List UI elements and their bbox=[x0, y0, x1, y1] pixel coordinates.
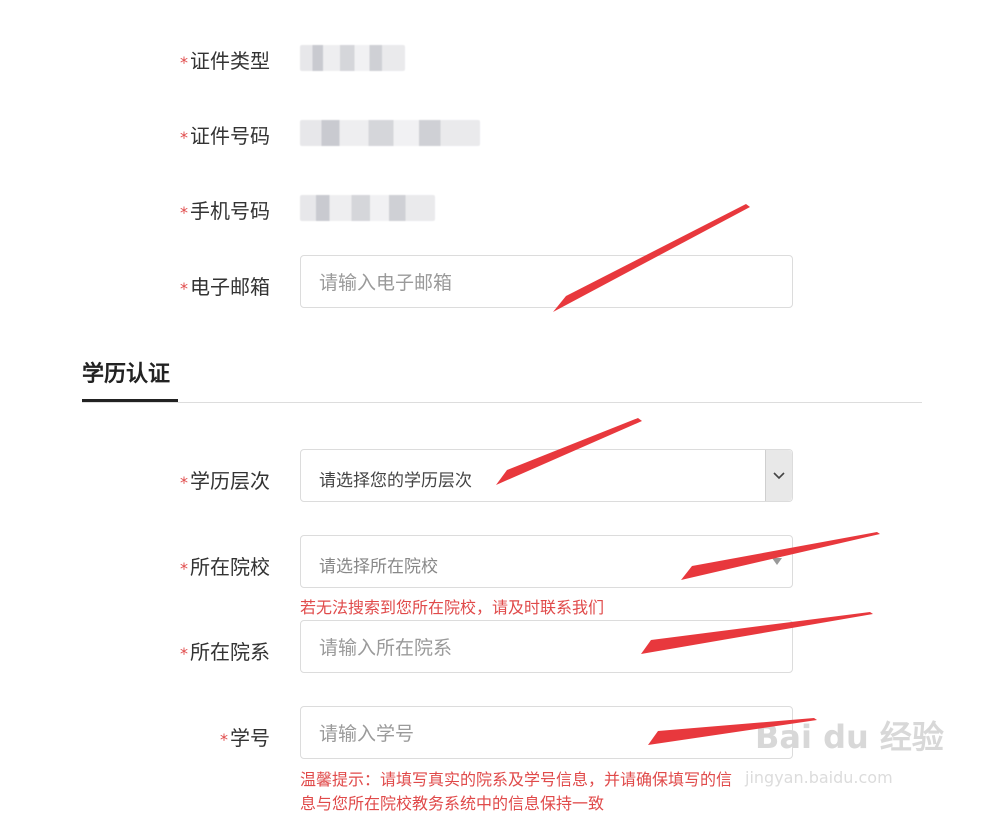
tip-line-2: 息与您所在院校教务系统中的信息保持一致 bbox=[300, 794, 605, 813]
education-level-dropdown-button[interactable] bbox=[765, 450, 792, 501]
department-placeholder: 请输入所在院系 bbox=[319, 637, 453, 659]
required-mark: * bbox=[180, 128, 188, 147]
id-type-value-blurred bbox=[300, 45, 405, 71]
school-value: 请选择所在院校 bbox=[319, 557, 438, 577]
phone-value-blurred bbox=[300, 195, 435, 221]
watermark-url: jingyan.baidu.com bbox=[745, 768, 893, 787]
education-level-label: * 学历层次 bbox=[180, 469, 270, 493]
id-number-label: * 证件号码 bbox=[180, 124, 270, 148]
student-id-label: * 学号 bbox=[220, 726, 270, 750]
email-placeholder: 请输入电子邮箱 bbox=[319, 272, 453, 294]
school-label: * 所在院校 bbox=[180, 555, 270, 579]
required-mark: * bbox=[220, 730, 228, 749]
caret-down-icon[interactable] bbox=[772, 558, 782, 566]
student-id-placeholder: 请输入学号 bbox=[319, 723, 415, 745]
department-label: * 所在院系 bbox=[180, 640, 270, 664]
chevron-down-icon bbox=[773, 471, 785, 479]
school-hint: 若无法搜索到您所在院校，请及时联系我们 bbox=[300, 598, 605, 617]
education-level-value: 请选择您的学历层次 bbox=[319, 471, 472, 491]
required-mark: * bbox=[180, 473, 188, 492]
required-mark: * bbox=[180, 53, 188, 72]
required-mark: * bbox=[180, 279, 188, 298]
required-mark: * bbox=[180, 559, 188, 578]
education-level-select[interactable]: 请选择您的学历层次 bbox=[300, 449, 793, 502]
email-label: * 电子邮箱 bbox=[180, 275, 270, 299]
required-mark: * bbox=[180, 203, 188, 222]
annotation-arrows bbox=[496, 204, 880, 745]
required-mark: * bbox=[180, 644, 188, 663]
tip-line-1: 温馨提示：请填写真实的院系及学号信息，并请确保填写的信 bbox=[300, 770, 733, 789]
department-input[interactable]: 请输入所在院系 bbox=[300, 620, 793, 673]
email-input[interactable]: 请输入电子邮箱 bbox=[300, 255, 793, 308]
baidu-jingyan-watermark: Bai du 经验 bbox=[755, 718, 944, 756]
section-divider bbox=[82, 402, 922, 403]
school-select[interactable]: 请选择所在院校 bbox=[300, 535, 793, 588]
phone-label: * 手机号码 bbox=[180, 199, 270, 223]
section-title-education: 学历认证 bbox=[82, 362, 171, 387]
student-id-input[interactable]: 请输入学号 bbox=[300, 706, 793, 759]
id-type-label: * 证件类型 bbox=[180, 49, 270, 73]
id-number-value-blurred bbox=[300, 120, 480, 146]
